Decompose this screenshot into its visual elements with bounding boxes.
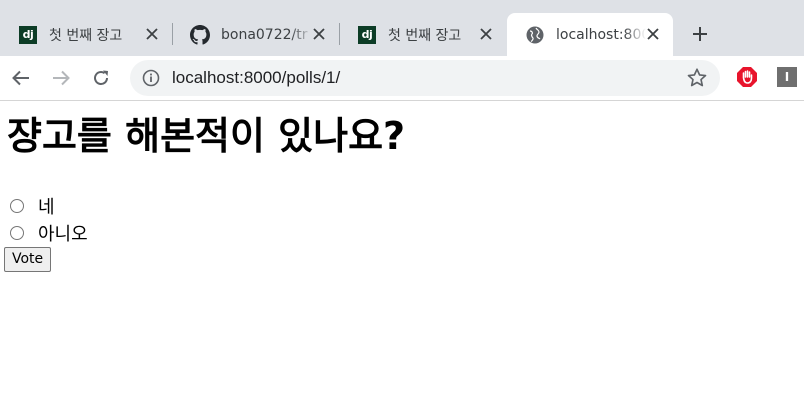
tab-strip: dj 첫 번째 장고 bona0722/tr dj 첫 번째 장고 localh… [0, 0, 804, 56]
tab-django-1[interactable]: dj 첫 번째 장고 [0, 13, 172, 56]
reload-icon[interactable] [87, 64, 115, 92]
choice-label: 아니오 [38, 224, 88, 245]
page-content: 쟝고를 해본적이 있나요? 네 아니오 Vote [0, 101, 804, 412]
close-icon[interactable] [311, 26, 327, 42]
question-heading: 쟝고를 해본적이 있나요? [7, 114, 406, 158]
tab-localhost[interactable]: localhost:800 [507, 13, 673, 56]
radio-button[interactable] [10, 226, 24, 240]
tab-title: 첫 번째 장고 [388, 27, 462, 44]
forward-arrow-icon[interactable] [47, 64, 75, 92]
tab-title: 첫 번째 장고 [49, 27, 123, 44]
tab-django-2[interactable]: dj 첫 번째 장고 [339, 13, 506, 56]
tab-github[interactable]: bona0722/tr [172, 13, 339, 56]
info-icon[interactable] [142, 69, 160, 87]
back-arrow-icon[interactable] [7, 64, 35, 92]
address-bar[interactable]: localhost:8000/polls/1/ [130, 60, 720, 96]
browser-toolbar: localhost:8000/polls/1/ I [0, 56, 804, 101]
close-icon[interactable] [478, 26, 494, 42]
radio-button[interactable] [10, 199, 24, 213]
django-icon: dj [18, 25, 38, 45]
plus-icon[interactable] [686, 20, 714, 48]
tab-title: localhost:800 [556, 26, 646, 43]
choice-label: 네 [38, 197, 55, 218]
choice-option-no[interactable]: 아니오 [8, 221, 88, 245]
globe-icon [525, 25, 545, 45]
grey-extension-icon[interactable]: I [777, 67, 797, 87]
django-icon: dj [357, 25, 377, 45]
close-icon[interactable] [144, 26, 160, 42]
tab-title: bona0722/tr [221, 26, 308, 43]
url-text[interactable]: localhost:8000/polls/1/ [172, 68, 340, 88]
vote-button[interactable]: Vote [4, 247, 52, 272]
star-icon[interactable] [686, 67, 708, 89]
close-icon[interactable] [645, 26, 661, 42]
stop-sign-extension-icon[interactable] [736, 66, 758, 88]
choice-option-yes[interactable]: 네 [8, 194, 55, 218]
github-icon [190, 24, 210, 45]
